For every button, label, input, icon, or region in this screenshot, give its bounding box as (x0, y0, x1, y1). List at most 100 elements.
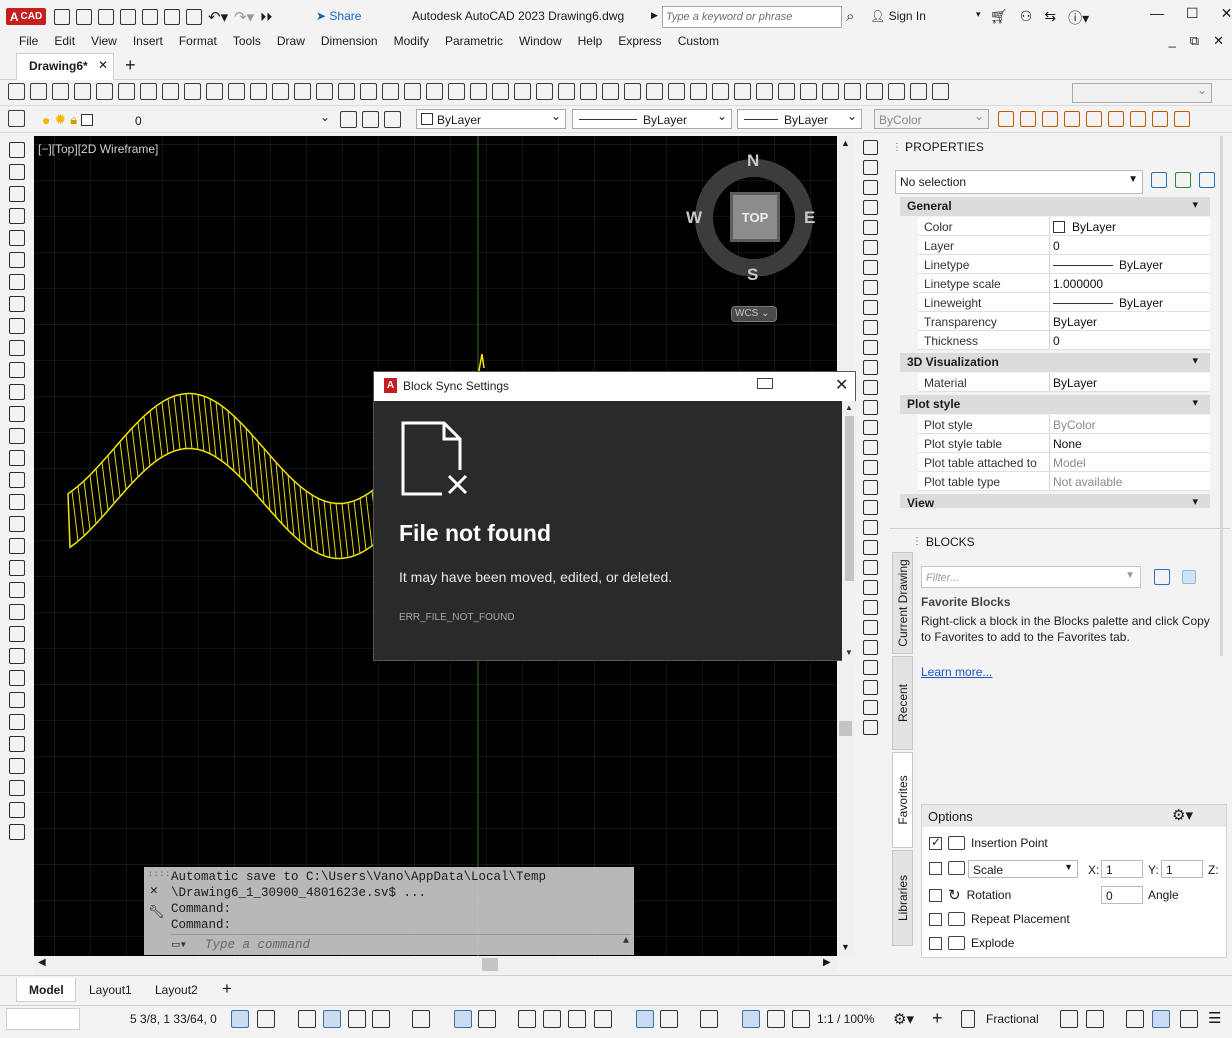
region-tool-icon[interactable] (9, 494, 25, 510)
dynamic-ucs-icon[interactable] (636, 1010, 654, 1028)
modify-explode-icon[interactable] (862, 480, 878, 495)
layer-dropdown[interactable]: 0 (130, 110, 335, 130)
property-row[interactable]: Plot table type Not available (918, 472, 1210, 491)
layer-states-icon[interactable] (536, 83, 553, 100)
selection-cycling-icon[interactable] (568, 1010, 586, 1028)
line-icon[interactable] (998, 111, 1014, 127)
signin-dropdown-icon[interactable]: ▾ (976, 9, 981, 20)
layer-prev-icon[interactable] (558, 83, 575, 100)
modify-overkill-icon[interactable] (862, 580, 878, 595)
modify-array-icon[interactable] (862, 220, 878, 235)
scroll-down-icon[interactable]: ▼ (841, 942, 850, 952)
section-view[interactable]: View (900, 494, 1210, 508)
annotation-scale-icon[interactable] (792, 1010, 810, 1028)
modify-move-icon[interactable] (862, 240, 878, 255)
search-input[interactable]: Type a keyword or phrase (662, 6, 842, 28)
property-row[interactable]: Plot style table None (918, 434, 1210, 453)
menu-express[interactable]: Express (610, 33, 669, 53)
make-current-icon[interactable] (340, 111, 357, 128)
modify-offset-icon[interactable] (862, 200, 878, 215)
lineweight-dropdown[interactable]: ByLayer (737, 109, 862, 129)
layer-color-swatch[interactable] (81, 113, 94, 126)
horizontal-scrollbar[interactable]: ◀ ▶ (34, 956, 837, 973)
units-icon[interactable] (961, 1010, 975, 1028)
angle-input[interactable]: 0 (1101, 886, 1143, 904)
print-icon[interactable] (96, 83, 113, 100)
ortho-icon[interactable] (348, 1010, 366, 1028)
save-file-icon[interactable] (52, 83, 69, 100)
learn-more-link[interactable]: Learn more... (921, 665, 992, 679)
dialog-scroll-up-icon[interactable]: ▲ (845, 403, 853, 412)
view-back-icon[interactable] (800, 83, 817, 100)
modify-pedit-icon[interactable] (862, 620, 878, 635)
view-left-icon[interactable] (734, 83, 751, 100)
mtext-tool-icon[interactable] (9, 538, 25, 554)
property-row[interactable]: Thickness 0 (918, 331, 1210, 350)
table-tool-icon[interactable] (9, 516, 25, 532)
polar-icon[interactable] (372, 1010, 390, 1028)
modify-scale-icon[interactable] (862, 280, 878, 295)
zoom-previous-icon[interactable] (382, 83, 399, 100)
palette-scroll-track[interactable] (1220, 136, 1223, 656)
scale-tool-icon[interactable] (9, 736, 25, 752)
camera-icon[interactable] (910, 83, 927, 100)
quadrant-icon[interactable] (1152, 111, 1168, 127)
menu-modify[interactable]: Modify (386, 33, 437, 53)
modify-join-icon[interactable] (862, 400, 878, 415)
command-grip-icon[interactable]: :::: (148, 870, 171, 879)
layer-freeze-icon[interactable] (602, 83, 619, 100)
move-tool-icon[interactable] (9, 692, 25, 708)
repeat-checkbox[interactable] (929, 912, 942, 926)
ellipse-arc-tool-icon[interactable] (9, 362, 25, 378)
modify-divide-icon[interactable] (862, 540, 878, 555)
intersect-icon[interactable] (1086, 111, 1102, 127)
gizmo-icon[interactable] (700, 1010, 718, 1028)
point-tool-icon[interactable] (9, 428, 25, 444)
tool-palettes-icon[interactable] (448, 83, 465, 100)
design-center-icon[interactable] (426, 83, 443, 100)
polygon-tool-icon[interactable] (9, 208, 25, 224)
modify-erase-icon[interactable] (862, 140, 878, 155)
annotation-visibility-icon[interactable] (742, 1010, 760, 1028)
maximize-icon[interactable]: ☐ (1186, 5, 1199, 22)
make-block-icon[interactable] (9, 406, 25, 422)
scale-checkbox[interactable] (929, 861, 942, 875)
modify-matchprop-icon[interactable] (862, 680, 878, 695)
polyline-tool-icon[interactable] (9, 186, 25, 202)
modify-lengthen-icon[interactable] (862, 500, 878, 515)
property-row[interactable]: Layer 0 (918, 236, 1210, 255)
modify-fillet-icon[interactable] (862, 440, 878, 455)
select-objects-icon[interactable] (1175, 172, 1191, 188)
auto-scale-icon[interactable] (767, 1010, 785, 1028)
lineweight-icon[interactable] (518, 1010, 536, 1028)
snap-none-icon[interactable] (1108, 111, 1124, 127)
open-icon[interactable] (76, 9, 92, 25)
new-tab-button[interactable]: + (125, 55, 136, 76)
annotation-monitor-icon[interactable]: + (932, 1008, 943, 1029)
open-file-icon[interactable] (30, 83, 47, 100)
dialog-scroll-thumb[interactable] (845, 416, 854, 581)
preview-icon[interactable] (118, 83, 135, 100)
visual-style-icon[interactable] (932, 83, 949, 100)
view-front-icon[interactable] (778, 83, 795, 100)
scroll-left-icon[interactable]: ◀ (38, 957, 46, 968)
scale-mode-dropdown[interactable]: Scale ▼ (968, 860, 1078, 878)
more-icon[interactable]: ⏵⏵ (260, 10, 272, 25)
open-web-icon[interactable] (142, 9, 158, 25)
add-layout-button[interactable]: + (222, 979, 232, 999)
insertion-point-option[interactable]: Insertion Point (929, 835, 1048, 850)
circle-tool-icon[interactable] (9, 296, 25, 312)
selection-filter-icon[interactable] (660, 1010, 678, 1028)
ellipse-tool-icon[interactable] (9, 340, 25, 356)
modify-hatchedit-icon[interactable] (862, 660, 878, 675)
view-bottom-icon[interactable] (712, 83, 729, 100)
modify-break-point-icon[interactable] (862, 360, 878, 375)
modify-stretch-icon[interactable] (862, 300, 878, 315)
3d-osnap-icon[interactable] (594, 1010, 612, 1028)
break-tool-icon[interactable] (9, 824, 25, 840)
save-web-icon[interactable] (164, 9, 180, 25)
command-input[interactable]: ▭▾ Type a command ▲ (171, 934, 631, 952)
scale-x-input[interactable]: 1 (1101, 860, 1143, 878)
compass-south[interactable]: S (747, 265, 758, 285)
menu-window[interactable]: Window (511, 33, 570, 53)
